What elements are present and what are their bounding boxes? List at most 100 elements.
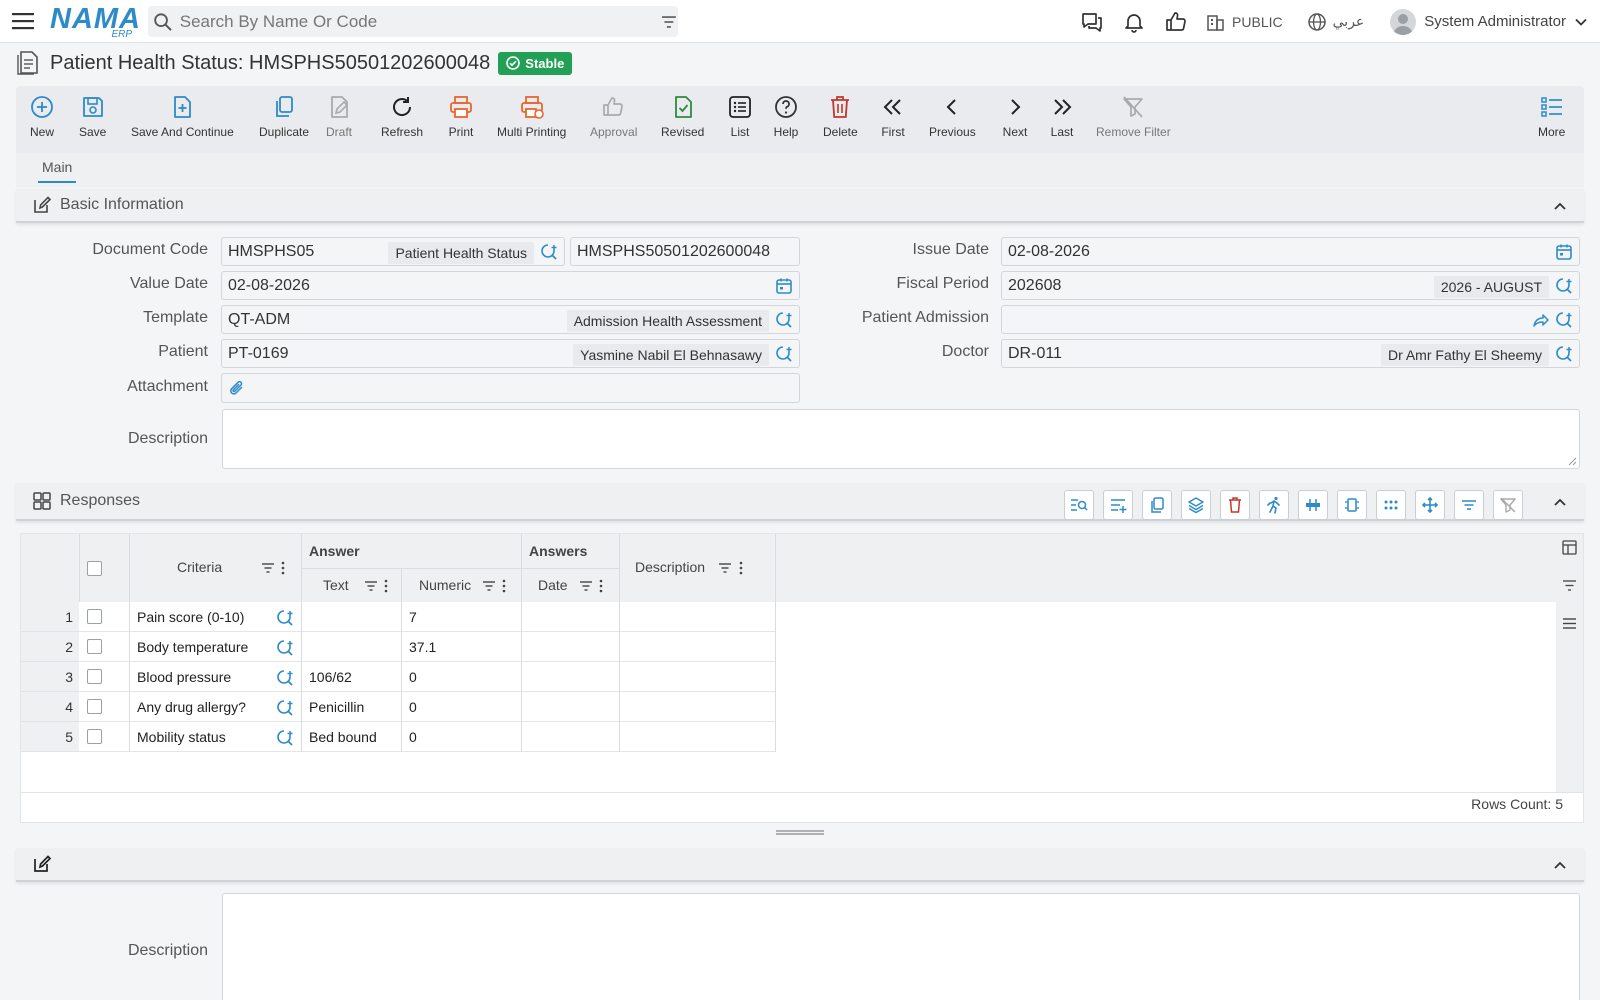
column-menu-icon[interactable]	[738, 561, 744, 575]
hamburger-icon[interactable]	[1562, 616, 1577, 631]
column-menu-icon[interactable]	[280, 561, 286, 575]
calendar-icon[interactable]	[775, 277, 793, 295]
cell-numeric[interactable]: 0	[409, 722, 417, 752]
row-checkbox[interactable]	[87, 729, 102, 744]
draft-button[interactable]: Draft	[326, 94, 352, 139]
cell-numeric[interactable]: 0	[409, 692, 417, 722]
cell-criteria[interactable]: Blood pressure	[137, 662, 231, 692]
print-button[interactable]: Print	[448, 94, 474, 139]
value-date-field[interactable]: 02-08-2026	[221, 271, 800, 300]
copy-row-button[interactable]	[1142, 490, 1172, 520]
patient-admission-field[interactable]	[1001, 305, 1580, 334]
column-filter-icon[interactable]	[718, 561, 732, 575]
search-plus-icon[interactable]	[775, 311, 793, 329]
menu-icon[interactable]	[12, 11, 36, 31]
template-field[interactable]: QT-ADM Admission Health Assessment	[221, 305, 800, 334]
cell-numeric[interactable]: 0	[409, 662, 417, 692]
row-checkbox[interactable]	[87, 609, 102, 624]
paperclip-icon[interactable]	[228, 379, 246, 397]
row-checkbox[interactable]	[87, 699, 102, 714]
tab-main[interactable]: Main	[38, 159, 77, 183]
bell-icon[interactable]	[1122, 10, 1146, 34]
save-button[interactable]: Save	[79, 94, 106, 139]
fiscal-period-field[interactable]: 202608 2026 - AUGUST	[1001, 271, 1580, 300]
search-input[interactable]	[179, 11, 645, 32]
column-menu-icon[interactable]	[501, 579, 507, 593]
search-plus-icon[interactable]	[276, 639, 294, 657]
move-button[interactable]	[1415, 490, 1445, 520]
calendar-icon[interactable]	[1555, 243, 1573, 261]
dots-grid-button[interactable]	[1376, 490, 1406, 520]
branch-selector[interactable]: PUBLIC	[1206, 12, 1283, 32]
column-header-date[interactable]: Date	[538, 577, 568, 593]
attachment-field[interactable]	[221, 373, 800, 403]
bottom-section-header[interactable]	[16, 848, 1584, 882]
resize-handle-icon[interactable]	[1567, 456, 1577, 466]
column-menu-icon[interactable]	[598, 579, 604, 593]
cell-criteria[interactable]: Pain score (0-10)	[137, 602, 244, 632]
layers-button[interactable]	[1181, 490, 1211, 520]
column-header-criteria[interactable]: Criteria	[177, 559, 222, 575]
row-checkbox[interactable]	[87, 669, 102, 684]
chat-icon[interactable]	[1080, 10, 1104, 34]
help-button[interactable]: Help	[773, 94, 799, 139]
cell-criteria[interactable]: Any drug allergy?	[137, 692, 246, 722]
cell-criteria[interactable]: Mobility status	[137, 722, 226, 752]
component-button[interactable]	[1337, 490, 1367, 520]
basic-information-header[interactable]: Basic Information	[16, 189, 1584, 223]
duplicate-button[interactable]: Duplicate	[259, 94, 309, 139]
new-button[interactable]: New	[29, 94, 55, 139]
next-button[interactable]: Next	[1002, 94, 1028, 139]
approval-button[interactable]: Approval	[590, 94, 637, 139]
column-menu-icon[interactable]	[383, 579, 389, 593]
filter-icon[interactable]	[660, 13, 678, 31]
description-textarea[interactable]	[222, 409, 1580, 469]
cell-text[interactable]: Bed bound	[309, 722, 377, 752]
cell-text[interactable]: 106/62	[309, 662, 352, 692]
column-header-numeric[interactable]: Numeric	[419, 577, 471, 593]
column-filter-icon[interactable]	[579, 579, 593, 593]
row-checkbox[interactable]	[87, 639, 102, 654]
search-plus-icon[interactable]	[1555, 277, 1573, 295]
list-button[interactable]: List	[727, 94, 753, 139]
search-plus-icon[interactable]	[540, 243, 558, 261]
share-icon[interactable]	[1531, 311, 1549, 329]
doctor-field[interactable]: DR-011 Dr Amr Fathy El Sheemy	[1001, 339, 1580, 368]
cell-numeric[interactable]: 37.1	[409, 632, 436, 662]
refresh-button[interactable]: Refresh	[381, 94, 423, 139]
chevron-up-icon[interactable]	[1552, 494, 1568, 510]
splitter-handle[interactable]	[776, 829, 824, 837]
language-selector[interactable]: عربي	[1307, 12, 1364, 32]
search-plus-icon[interactable]	[1555, 345, 1573, 363]
responses-header[interactable]: Responses	[16, 483, 1584, 521]
revised-button[interactable]: Revised	[661, 94, 704, 139]
columns-icon[interactable]	[1562, 540, 1577, 555]
chevron-up-icon[interactable]	[1552, 198, 1568, 214]
remove-filter-grid-button[interactable]	[1493, 490, 1523, 520]
column-header-description[interactable]: Description	[635, 559, 705, 575]
thumbs-up-icon[interactable]	[1164, 10, 1188, 34]
filter-icon[interactable]	[1562, 578, 1577, 593]
first-button[interactable]: First	[880, 94, 906, 139]
delete-row-button[interactable]	[1220, 490, 1250, 520]
remove-filter-button[interactable]: Remove Filter	[1096, 94, 1171, 139]
column-filter-icon[interactable]	[364, 579, 378, 593]
save-and-continue-button[interactable]: Save And Continue	[131, 94, 234, 139]
search-plus-icon[interactable]	[775, 345, 793, 363]
run-button[interactable]	[1259, 490, 1289, 520]
document-code-field[interactable]: HMSPHS05 Patient Health Status	[221, 237, 565, 266]
chevron-up-icon[interactable]	[1552, 857, 1568, 873]
cell-criteria[interactable]: Body temperature	[137, 632, 248, 662]
search-plus-icon[interactable]	[1555, 311, 1573, 329]
search-plus-icon[interactable]	[276, 729, 294, 747]
column-filter-icon[interactable]	[482, 579, 496, 593]
cell-numeric[interactable]: 7	[409, 602, 417, 632]
last-button[interactable]: Last	[1049, 94, 1075, 139]
user-menu[interactable]: System Administrator	[1390, 8, 1588, 35]
select-all-checkbox[interactable]	[87, 561, 102, 576]
previous-button[interactable]: Previous	[929, 94, 976, 139]
search-plus-icon[interactable]	[276, 609, 294, 627]
nama-logo[interactable]: NAMA ERP	[50, 4, 140, 40]
search-plus-icon[interactable]	[276, 669, 294, 687]
insert-row-button[interactable]	[1298, 490, 1328, 520]
